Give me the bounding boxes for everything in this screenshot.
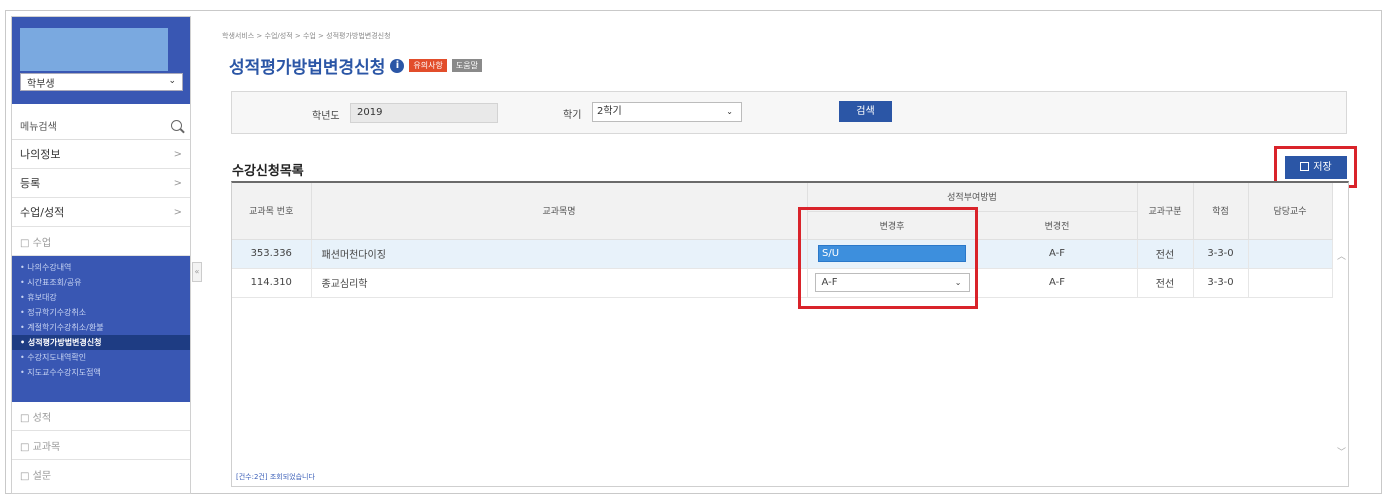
sidebar-subgroup-class[interactable]: □ 수업 [12,227,190,256]
chevron-right-icon: > [173,148,182,160]
course-table: 교과목 번호 교과목명 성적부여방법 교과구분 학점 담당교수 변경후 변경전 … [232,183,1333,298]
cell-credit: 3-3-0 [1193,268,1249,298]
sidebar-header: 학부생 ⌄ [12,17,190,104]
sidebar-subgroup-label: □ 수업 [20,237,52,249]
sidebar-item-label: 나의정보 [20,148,61,161]
sidebar-subgroup-survey[interactable]: □ 설문 [12,460,190,489]
submenu-link[interactable]: • 정규학기수강취소 [12,305,190,320]
info-icon[interactable]: i [390,58,405,73]
cell-category: 전선 [1137,268,1194,298]
role-select-value: 학부생 [27,78,55,90]
cell-credit: 3-3-0 [1193,239,1249,269]
term-label: 학기 [563,110,582,121]
submenu-link[interactable]: • 수강지도내역확인 [12,350,190,365]
notice-badge[interactable]: 유의사항 [409,59,447,72]
sidebar-subgroup-label: □ 교과목 [20,441,61,453]
submenu-link-active[interactable]: • 성적평가방법변경신청 [12,335,190,350]
submenu-link[interactable]: • 지도교수수강지도점액 [12,365,190,380]
term-select-value: 2학기 [597,106,622,117]
breadcrumb: 학생서비스 > 수업/성적 > 수업 > 성적평가방법변경신청 [222,32,391,40]
page-title: 성적평가방법변경신청 i 유의사항 도움말 [229,53,482,78]
sidebar-subgroup-courses[interactable]: □ 교과목 [12,431,190,460]
header-name: 교과목명 [311,183,808,240]
help-badge[interactable]: 도움말 [451,59,482,72]
result-count: [건수:2건] 조회되었습니다 [236,473,315,481]
term-select[interactable]: 2학기 ⌄ [592,102,742,122]
header-category: 교과구분 [1137,183,1194,240]
cell-before: A-F [977,268,1138,298]
search-icon[interactable] [171,119,182,131]
cell-professor [1248,239,1333,269]
table-row[interactable]: 114.310 종교심리학 A-F ⌄ A-F 전선 3-3-0 [232,268,1333,298]
submenu-link[interactable]: • 시간표조회/공유 [12,275,190,290]
submenu-link[interactable]: • 나의수강내역 [12,260,190,275]
submenu-link[interactable]: • 계절학기수강취소/환불 [12,320,190,335]
year-field[interactable]: 2019 [350,103,498,123]
sidebar-subgroup-label: □ 성적 [20,412,52,424]
submenu-link[interactable]: • 휴보대강 [12,290,190,305]
section-title: 수강신청목록 [232,164,304,179]
header-code: 교과목 번호 [232,183,312,240]
sidebar-collapse-handle[interactable]: « [192,262,202,282]
chevron-right-icon: > [173,177,182,189]
course-table-container: 교과목 번호 교과목명 성적부여방법 교과구분 학점 담당교수 변경후 변경전 … [231,181,1349,487]
role-select[interactable]: 학부생 ⌄ [20,73,183,91]
chevron-down-icon: ⌄ [168,76,176,86]
cell-category: 전선 [1137,239,1194,269]
header-before: 변경전 [977,211,1138,240]
highlight-box-grading [798,207,978,309]
logo [20,28,168,71]
cell-name: 패션머천다이징 [311,239,808,269]
scroll-down-icon[interactable]: ﹀ [1337,445,1346,458]
menu-search-input[interactable]: 메뉴검색 [12,111,190,140]
menu-search-label: 메뉴검색 [20,121,57,133]
cell-name: 종교심리학 [311,268,808,298]
sidebar-item-label: 수업/성적 [20,206,65,219]
cell-code: 114.310 [232,268,312,298]
header-professor: 담당교수 [1248,183,1333,240]
table-row[interactable]: 353.336 패션머천다이징 S/U A-F 전선 3-3-0 [232,239,1333,269]
chevron-down-icon: ⌄ [726,107,733,116]
cell-before: A-F [977,239,1138,269]
cell-code: 353.336 [232,239,312,269]
sidebar-item-registration[interactable]: 등록 > [12,169,190,198]
sidebar: 학부생 ⌄ 메뉴검색 나의정보 > 등록 > 수업/성적 > □ 수업 • 나의… [11,16,191,494]
chevron-right-icon: > [173,206,182,218]
scroll-up-icon[interactable]: ︿ [1337,249,1346,262]
header-credit: 학점 [1193,183,1249,240]
sidebar-item-label: 등록 [20,177,41,190]
page-title-text: 성적평가방법변경신청 [229,58,386,78]
sidebar-item-my-info[interactable]: 나의정보 > [12,140,190,169]
sidebar-submenu: • 나의수강내역 • 시간표조회/공유 • 휴보대강 • 정규학기수강취소 • … [12,256,190,402]
search-button[interactable]: 검색 [839,101,892,122]
sidebar-item-class-grades[interactable]: 수업/성적 > [12,198,190,227]
sidebar-subgroup-label: □ 설문 [20,471,52,482]
cell-professor [1248,268,1333,298]
search-panel: 학년도 2019 학기 2학기 ⌄ 검색 [231,91,1347,134]
sidebar-subgroup-grades[interactable]: □ 성적 [12,402,190,431]
year-label: 학년도 [312,111,340,122]
